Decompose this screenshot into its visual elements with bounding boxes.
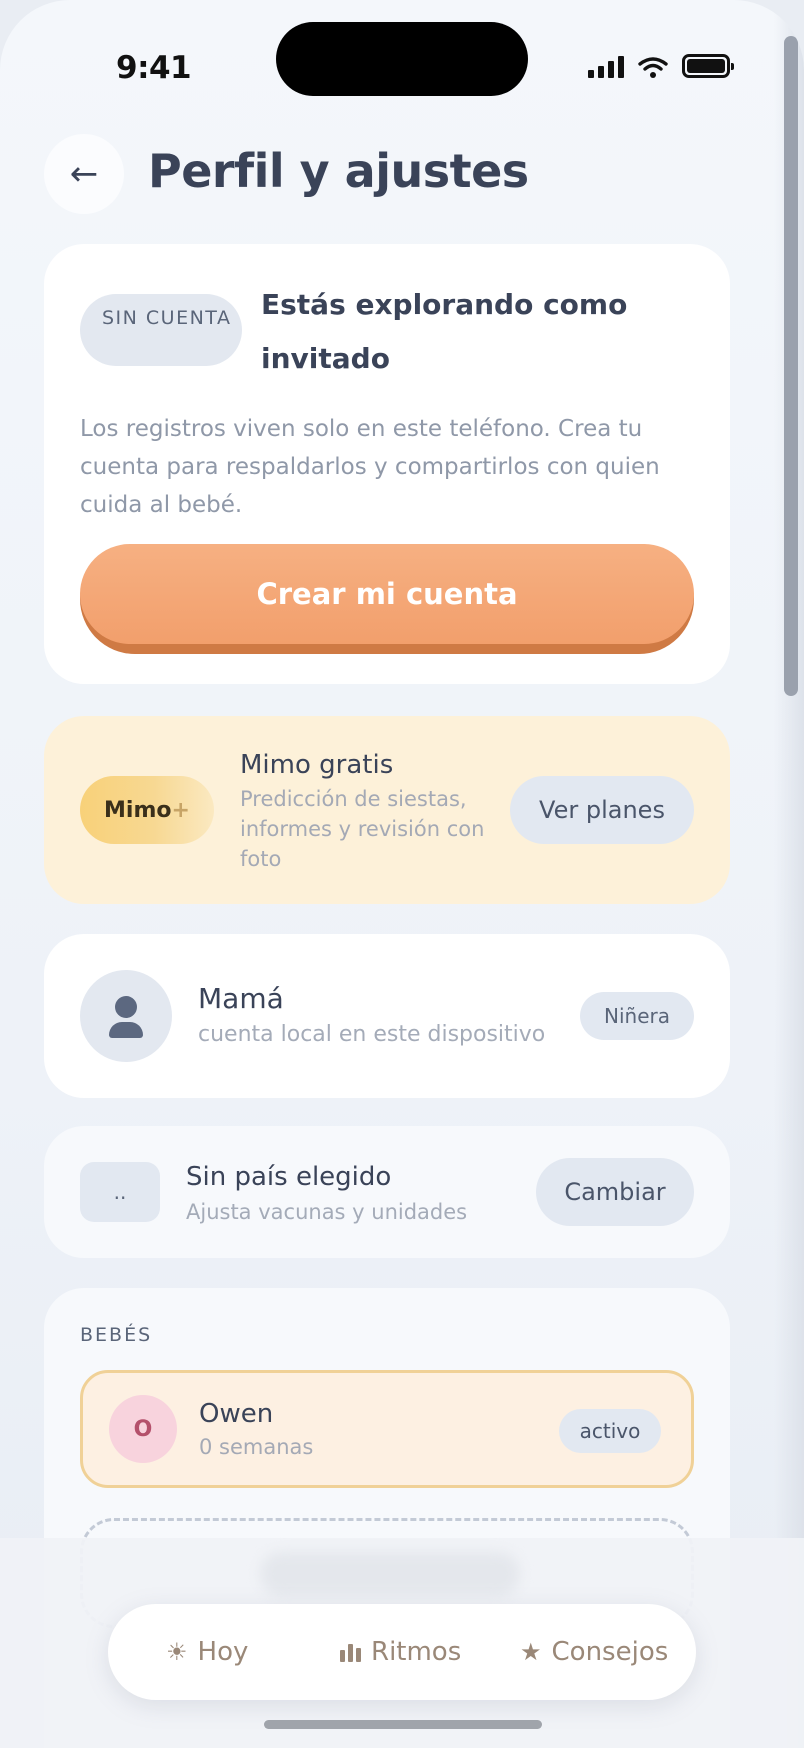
profile-subtitle: cuenta local en este dispositivo — [198, 1022, 546, 1047]
tab-bar: ☀ Hoy Ritmos ★ Consejos — [108, 1604, 696, 1700]
profile-name: Mamá — [198, 982, 284, 1015]
guest-title: Estás explorando como invitado — [261, 288, 628, 375]
tab-consejos[interactable]: ★ Consejos — [520, 1604, 668, 1700]
change-country-button[interactable]: Cambiar — [536, 1158, 694, 1226]
wifi-icon — [638, 57, 668, 78]
tab-ritmos[interactable]: Ritmos — [340, 1604, 461, 1700]
baby-name: Owen — [199, 1399, 274, 1429]
sun-icon: ☀ — [166, 1638, 188, 1666]
baby-avatar: O — [109, 1395, 177, 1463]
user-avatar-icon — [80, 970, 172, 1062]
battery-icon — [682, 54, 734, 78]
tab-hoy-label: Hoy — [197, 1637, 249, 1667]
baby-row[interactable]: O Owen 0 semanas activo — [80, 1370, 694, 1488]
page-title: Perfil y ajustes — [148, 144, 529, 198]
scrollbar[interactable] — [784, 36, 798, 696]
no-account-chip: SIN CUENTA — [80, 294, 242, 366]
tab-consejos-label: Consejos — [551, 1637, 669, 1667]
status-icons — [588, 54, 734, 78]
guest-description: Los registros viven solo en este teléfon… — [80, 416, 660, 518]
country-subtitle: Ajusta vacunas y unidades — [186, 1200, 468, 1224]
star-icon: ★ — [520, 1638, 542, 1666]
mimo-plus-badge: Mimo + — [80, 776, 214, 844]
role-badge[interactable]: Niñera — [580, 992, 694, 1040]
bar-chart-icon — [340, 1642, 361, 1662]
view-plans-button[interactable]: Ver planes — [510, 776, 694, 844]
blurred-content — [260, 1552, 520, 1596]
cellular-signal-icon — [588, 54, 624, 78]
tab-ritmos-label: Ritmos — [371, 1637, 462, 1667]
back-button[interactable]: ← — [44, 134, 124, 214]
profile-card[interactable]: Mamá cuenta local en este dispositivo Ni… — [44, 934, 730, 1098]
dynamic-island — [276, 22, 528, 96]
country-title: Sin país elegido — [186, 1162, 392, 1192]
baby-age: 0 semanas — [199, 1435, 314, 1459]
back-arrow-icon: ← — [69, 154, 99, 194]
phone-screen: 9:41 ← Perfil y ajustes SIN CUENTA Estás… — [0, 0, 804, 1748]
country-card: .. Sin país elegido Ajusta vacunas y uni… — [44, 1126, 730, 1258]
create-account-button[interactable]: Crear mi cuenta — [80, 544, 694, 654]
plan-description: Predicción de siestas, informes y revisi… — [240, 787, 485, 871]
mimo-badge-plus: + — [171, 797, 190, 823]
active-status-badge: activo — [559, 1409, 661, 1453]
home-indicator[interactable] — [264, 1720, 542, 1729]
mimo-badge-text: Mimo — [104, 797, 172, 823]
guest-account-card: SIN CUENTA Estás explorando como invitad… — [44, 244, 730, 684]
country-flag-placeholder: .. — [80, 1162, 160, 1222]
plan-title: Mimo gratis — [240, 750, 394, 780]
babies-section-label: BEBÉS — [80, 1324, 153, 1346]
status-time: 9:41 — [116, 50, 192, 86]
create-account-label: Crear mi cuenta — [80, 544, 694, 644]
tab-hoy[interactable]: ☀ Hoy — [166, 1604, 248, 1700]
plan-card: Mimo + Mimo gratis Predicción de siestas,… — [44, 716, 730, 904]
